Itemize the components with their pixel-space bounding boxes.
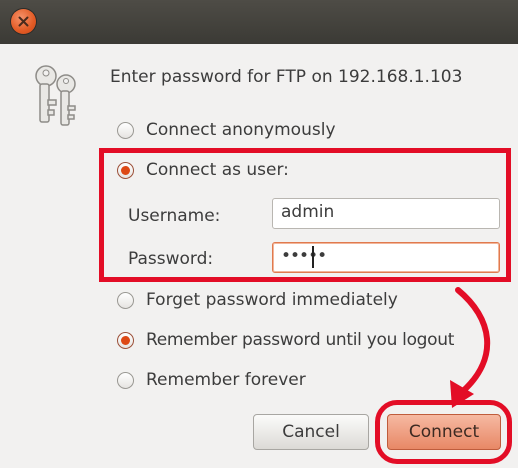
annotation-highlight-connect [375, 400, 512, 464]
cancel-button[interactable]: Cancel [253, 414, 369, 450]
annotation-arrow [450, 287, 490, 408]
ftp-password-dialog: Enter password for FTP on 192.168.1.103 … [0, 0, 518, 468]
